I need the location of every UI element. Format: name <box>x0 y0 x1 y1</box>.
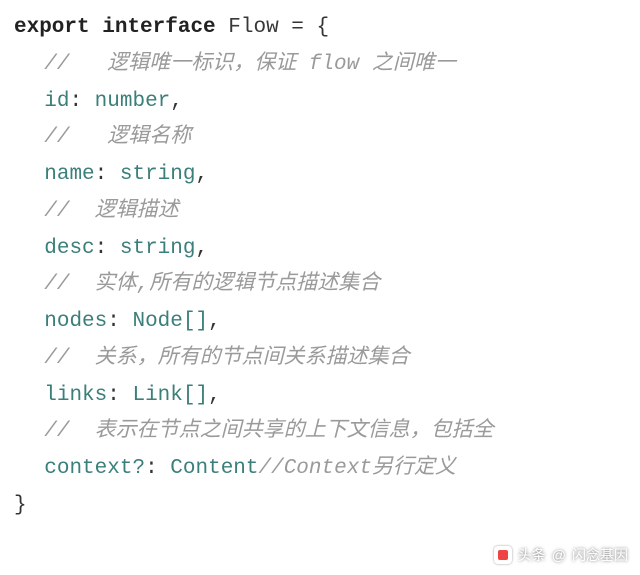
comma: , <box>208 310 221 333</box>
watermark-at: @ <box>552 547 566 563</box>
keyword-export: export <box>14 16 90 39</box>
watermark-prefix: 头条 <box>518 545 546 565</box>
colon: : <box>69 90 82 113</box>
prop-links: links <box>44 384 107 407</box>
prop-desc: desc <box>44 237 94 260</box>
equals: = <box>291 16 304 39</box>
brace-open: { <box>317 16 330 39</box>
comment-id: // 逻辑唯一标识，保证 flow 之间唯一 <box>44 53 456 76</box>
prop-nodes: nodes <box>44 310 107 333</box>
comment-name: // 逻辑名称 <box>44 126 191 149</box>
watermark-author: 闪念基因 <box>572 545 628 565</box>
comment-desc: // 逻辑描述 <box>44 200 178 223</box>
type-string: string <box>120 163 196 186</box>
brace-close: } <box>14 494 27 517</box>
comma: , <box>196 237 209 260</box>
code-block: export interface Flow = { // 逻辑唯一标识，保证 f… <box>0 0 640 535</box>
comment-context: // 表示在节点之间共享的上下文信息，包括全 <box>44 420 493 443</box>
watermark: 头条 @ 闪念基因 <box>494 545 628 565</box>
type-string2: string <box>120 237 196 260</box>
comma: , <box>170 90 183 113</box>
comma: , <box>208 384 221 407</box>
prop-id: id <box>44 90 69 113</box>
type-name: Flow <box>228 16 278 39</box>
type-node-array: Node[] <box>132 310 208 333</box>
colon: : <box>145 457 158 480</box>
type-content: Content <box>170 457 258 480</box>
prop-name: name <box>44 163 94 186</box>
type-link-array: Link[] <box>132 384 208 407</box>
colon: : <box>107 384 120 407</box>
comment-links: // 关系，所有的节点间关系描述集合 <box>44 347 409 370</box>
colon: : <box>95 163 108 186</box>
toutiao-logo-icon <box>494 546 512 564</box>
comment-trailing: //Context另行定义 <box>259 457 456 480</box>
colon: : <box>107 310 120 333</box>
colon: : <box>95 237 108 260</box>
comma: , <box>196 163 209 186</box>
prop-context: context? <box>44 457 145 480</box>
keyword-interface: interface <box>102 16 215 39</box>
comment-nodes: // 实体,所有的逻辑节点描述集合 <box>44 273 380 296</box>
type-number: number <box>95 90 171 113</box>
